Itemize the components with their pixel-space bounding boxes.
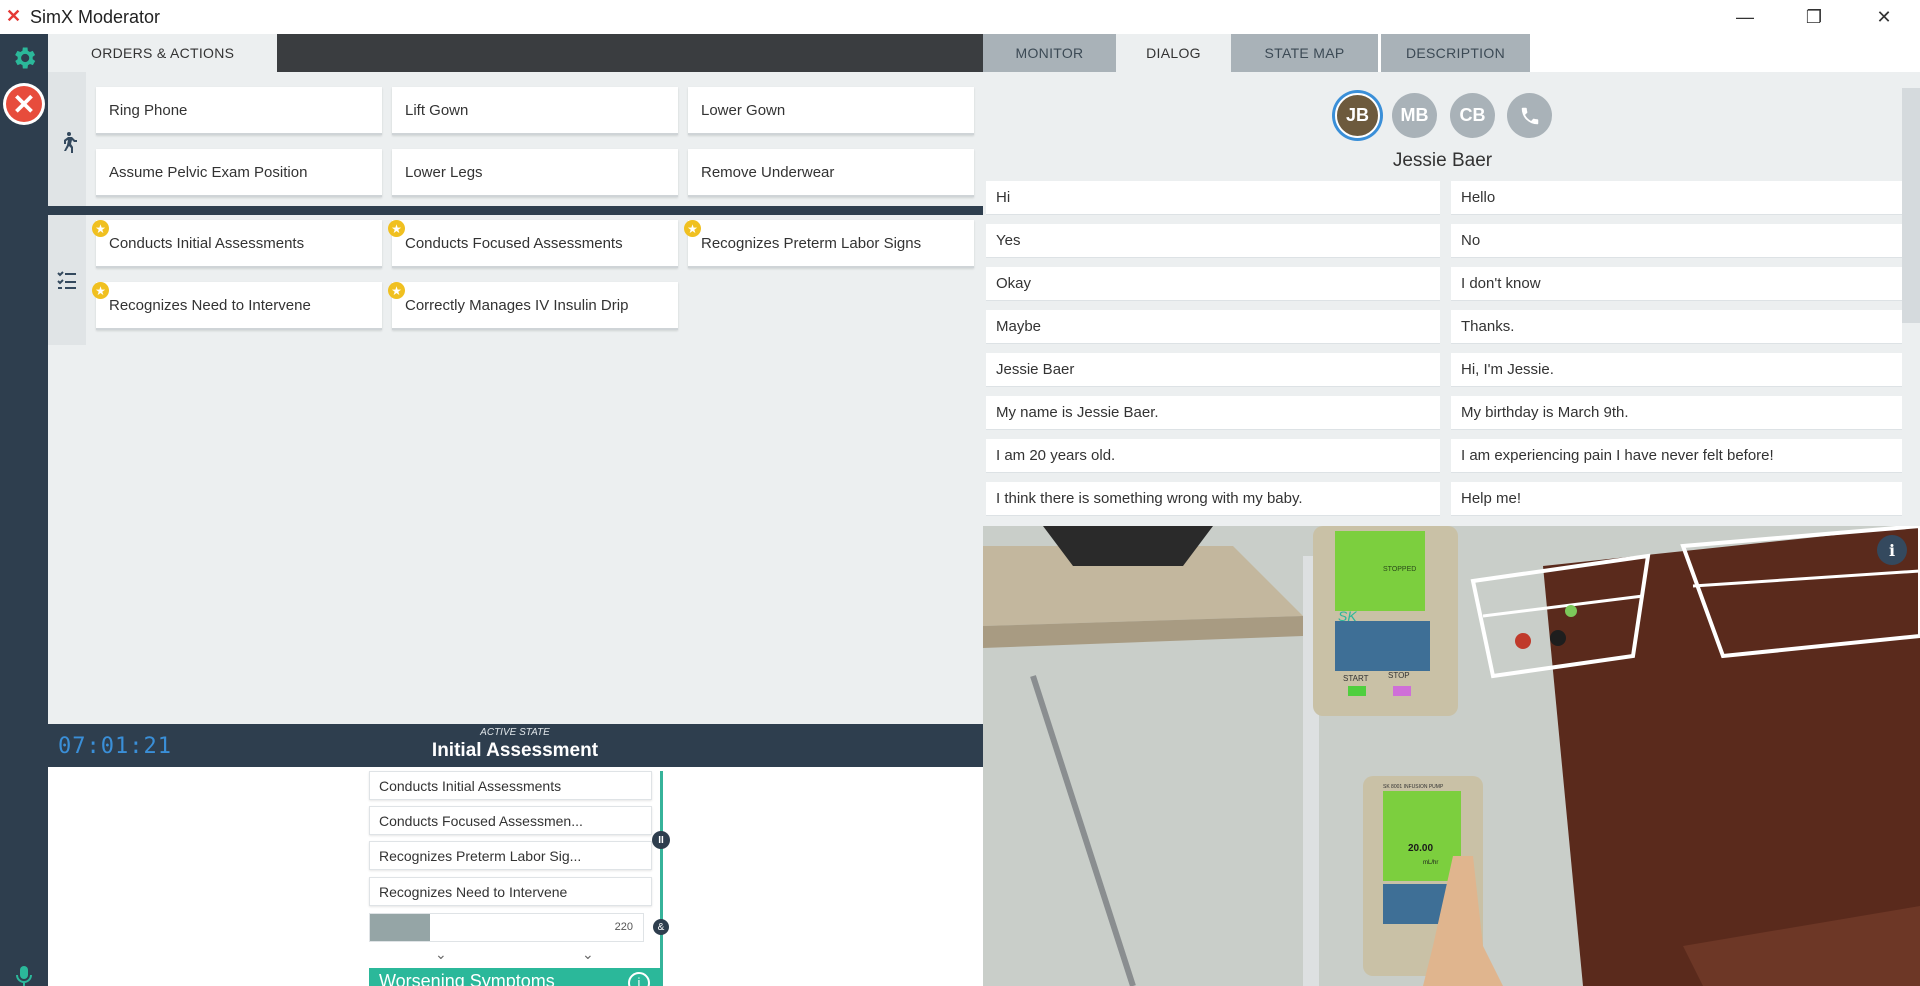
- tab-monitor[interactable]: MONITOR: [983, 34, 1116, 72]
- chevron-down-icon[interactable]: ⌄: [582, 946, 598, 962]
- state-checklist-item[interactable]: Conducts Focused Assessmen...: [369, 806, 652, 835]
- state-checklist-item[interactable]: Recognizes Preterm Labor Sig...: [369, 841, 652, 870]
- dialog-phrase-button[interactable]: No: [1451, 224, 1905, 258]
- tab-state-map[interactable]: STATE MAP: [1231, 34, 1378, 72]
- phone-icon: [1521, 107, 1538, 124]
- left-rail: ✕: [0, 34, 48, 986]
- star-icon: ★: [388, 220, 405, 237]
- progress-fill: [370, 914, 431, 941]
- dialog-header: [983, 72, 1920, 86]
- pause-icon[interactable]: II: [652, 831, 670, 849]
- pump-bottom-value: 20.00: [1408, 843, 1433, 854]
- next-state-label: Worsening Symptoms: [379, 971, 555, 986]
- dialog-phrase-button[interactable]: My birthday is March 9th.: [1451, 396, 1905, 430]
- pump-top-status: STOPPED: [1383, 566, 1416, 573]
- info-icon[interactable]: i: [628, 972, 650, 986]
- dialog-phrase-button[interactable]: I don't know: [1451, 267, 1905, 301]
- assessment-need-to-intervene-button[interactable]: Recognizes Need to Intervene: [96, 282, 382, 330]
- lower-legs-button[interactable]: Lower Legs: [392, 149, 678, 197]
- pump-bottom-title: SK 8001 INFUSION PUMP: [1383, 784, 1444, 790]
- state-checklist-item[interactable]: Recognizes Need to Intervene: [369, 877, 652, 906]
- state-checklist-item[interactable]: Conducts Initial Assessments: [369, 771, 652, 800]
- lower-gown-button[interactable]: Lower Gown: [688, 87, 974, 135]
- pump-bottom-unit: mL/hr: [1423, 860, 1438, 866]
- dialog-phrase-button[interactable]: My name is Jessie Baer.: [986, 396, 1440, 430]
- info-icon[interactable]: i: [1877, 535, 1907, 565]
- avatar-mb[interactable]: MB: [1392, 93, 1437, 138]
- dialog-phrase-button[interactable]: I am 20 years old.: [986, 439, 1440, 473]
- end-simulation-button[interactable]: ✕: [3, 83, 45, 125]
- remove-underwear-button[interactable]: Remove Underwear: [688, 149, 974, 197]
- dialog-phrase-button[interactable]: Hi, I'm Jessie.: [1451, 353, 1905, 387]
- avatar-cb[interactable]: CB: [1450, 93, 1495, 138]
- star-icon: ★: [388, 282, 405, 299]
- session-timer: 07:01:21: [58, 734, 172, 759]
- title-bar: ✕ SimX Moderator — ❐ ✕: [0, 0, 1920, 34]
- dialog-scrollbar-thumb[interactable]: [1902, 88, 1920, 323]
- microphone-icon[interactable]: [12, 964, 36, 986]
- dialog-phrase-button[interactable]: Hi: [986, 181, 1440, 215]
- pump-start-label: START: [1343, 674, 1369, 683]
- pump-labels: STOPPED SK START STOP SK 8001 INFUSION P…: [1338, 566, 1444, 866]
- state-progress-bar: 220: [369, 913, 644, 942]
- star-icon: ★: [92, 220, 109, 237]
- assessment-iv-insulin-button[interactable]: Correctly Manages IV Insulin Drip: [392, 282, 678, 330]
- active-state-name: Initial Assessment: [431, 740, 599, 761]
- dialog-phrase-button[interactable]: I think there is something wrong with my…: [986, 482, 1440, 516]
- tab-orders-actions[interactable]: ORDERS & ACTIONS: [48, 34, 277, 72]
- dialog-phrase-button[interactable]: Hello: [1451, 181, 1905, 215]
- settings-gear-icon[interactable]: [10, 44, 38, 72]
- assessment-initial-button[interactable]: Conducts Initial Assessments: [96, 220, 382, 268]
- restore-button[interactable]: ❐: [1779, 0, 1849, 34]
- dialog-phrase-button[interactable]: Okay: [986, 267, 1440, 301]
- phone-call-button[interactable]: [1507, 93, 1552, 138]
- pump-top-brand: SK: [1338, 608, 1357, 624]
- tab-dialog[interactable]: DIALOG: [1116, 34, 1231, 72]
- dialog-phrase-button[interactable]: Yes: [986, 224, 1440, 258]
- section-divider: [48, 206, 983, 215]
- pump-stop-label: STOP: [1388, 671, 1410, 680]
- tab-description[interactable]: DESCRIPTION: [1381, 34, 1530, 72]
- ring-phone-button[interactable]: Ring Phone: [96, 87, 382, 135]
- close-x-icon: ✕: [6, 86, 42, 122]
- close-window-button[interactable]: ✕: [1849, 0, 1919, 34]
- walking-person-icon: [64, 132, 77, 153]
- window-title: SimX Moderator: [30, 7, 161, 27]
- next-state-worsening-symptoms[interactable]: Worsening Symptoms i: [369, 968, 662, 986]
- assessment-focused-button[interactable]: Conducts Focused Assessments: [392, 220, 678, 268]
- and-connector-icon: &: [653, 919, 669, 935]
- dialog-phrase-button[interactable]: Thanks.: [1451, 310, 1905, 344]
- checklist-icon: [57, 271, 76, 289]
- dialog-phrase-button[interactable]: Help me!: [1451, 482, 1905, 516]
- minimize-button[interactable]: —: [1710, 0, 1780, 34]
- assessment-preterm-labor-button[interactable]: Recognizes Preterm Labor Signs: [688, 220, 974, 268]
- avatar-jb[interactable]: JB: [1335, 93, 1380, 138]
- state-connector-line: [660, 771, 663, 986]
- star-icon: ★: [684, 220, 701, 237]
- simulation-3d-view[interactable]: STOPPED SK START STOP SK 8001 INFUSION P…: [983, 526, 1920, 986]
- dialog-phrase-button[interactable]: Jessie Baer: [986, 353, 1440, 387]
- app-logo-icon: ✕: [6, 6, 22, 26]
- star-icon: ★: [92, 282, 109, 299]
- assume-pelvic-exam-position-button[interactable]: Assume Pelvic Exam Position: [96, 149, 382, 197]
- active-state-caption: ACTIVE STATE: [480, 727, 550, 738]
- chevron-down-icon[interactable]: ⌄: [435, 946, 451, 962]
- lift-gown-button[interactable]: Lift Gown: [392, 87, 678, 135]
- dialog-phrase-button[interactable]: Maybe: [986, 310, 1440, 344]
- dialog-phrase-button[interactable]: I am experiencing pain I have never felt…: [1451, 439, 1905, 473]
- speaker-name: Jessie Baer: [1392, 150, 1493, 171]
- progress-value: 220: [614, 921, 633, 933]
